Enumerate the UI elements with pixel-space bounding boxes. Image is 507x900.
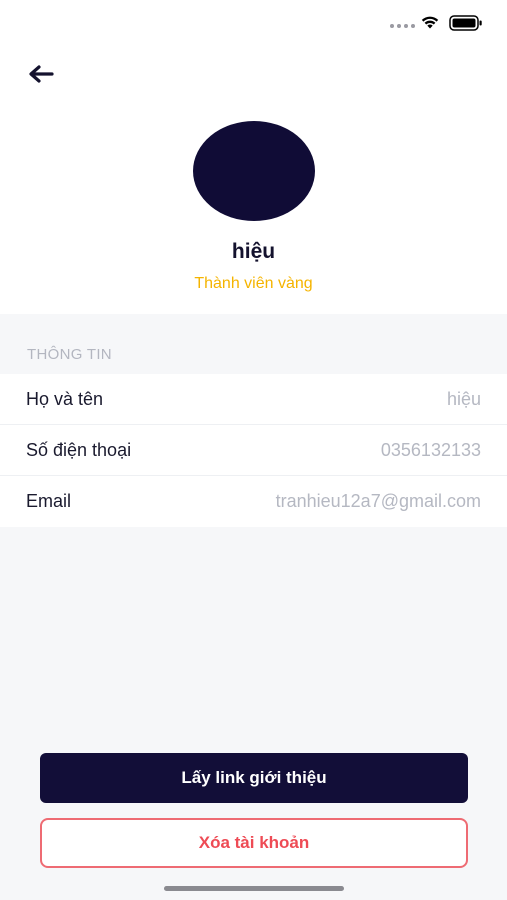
info-row-email[interactable]: Email tranhieu12a7@gmail.com: [0, 476, 507, 527]
info-label: Số điện thoại: [26, 439, 132, 460]
info-row-fullname[interactable]: Họ và tên hiệu: [0, 374, 507, 425]
battery-icon: [449, 15, 482, 31]
info-row-phone[interactable]: Số điện thoại 0356132133: [0, 425, 507, 476]
back-button[interactable]: [28, 60, 62, 88]
home-indicator: [164, 886, 344, 891]
info-label: Email: [26, 491, 72, 511]
profile-screen: hiệu Thành viên vàng THÔNG TIN Họ và tên…: [0, 0, 507, 900]
signal-dots-icon: [390, 24, 415, 28]
info-value: hiệu: [446, 388, 481, 409]
info-label: Họ và tên: [26, 388, 104, 409]
info-list: Họ và tên hiệu Số điện thoại 0356132133 …: [0, 374, 507, 527]
get-referral-link-button[interactable]: Lấy link giới thiệu: [40, 753, 468, 803]
user-name: hiệu: [231, 240, 276, 263]
avatar[interactable]: [193, 121, 315, 221]
delete-account-button[interactable]: Xóa tài khoản: [40, 818, 468, 868]
wifi-icon: [421, 16, 439, 29]
arrow-left-icon: [29, 65, 54, 83]
membership-badge: Thành viên vàng: [194, 275, 313, 292]
profile-header: hiệu Thành viên vàng: [0, 0, 507, 314]
section-title-info: THÔNG TIN: [27, 346, 112, 363]
info-value: tranhieu12a7@gmail.com: [275, 491, 481, 511]
status-bar: [0, 0, 507, 44]
info-value: 0356132133: [380, 439, 481, 460]
